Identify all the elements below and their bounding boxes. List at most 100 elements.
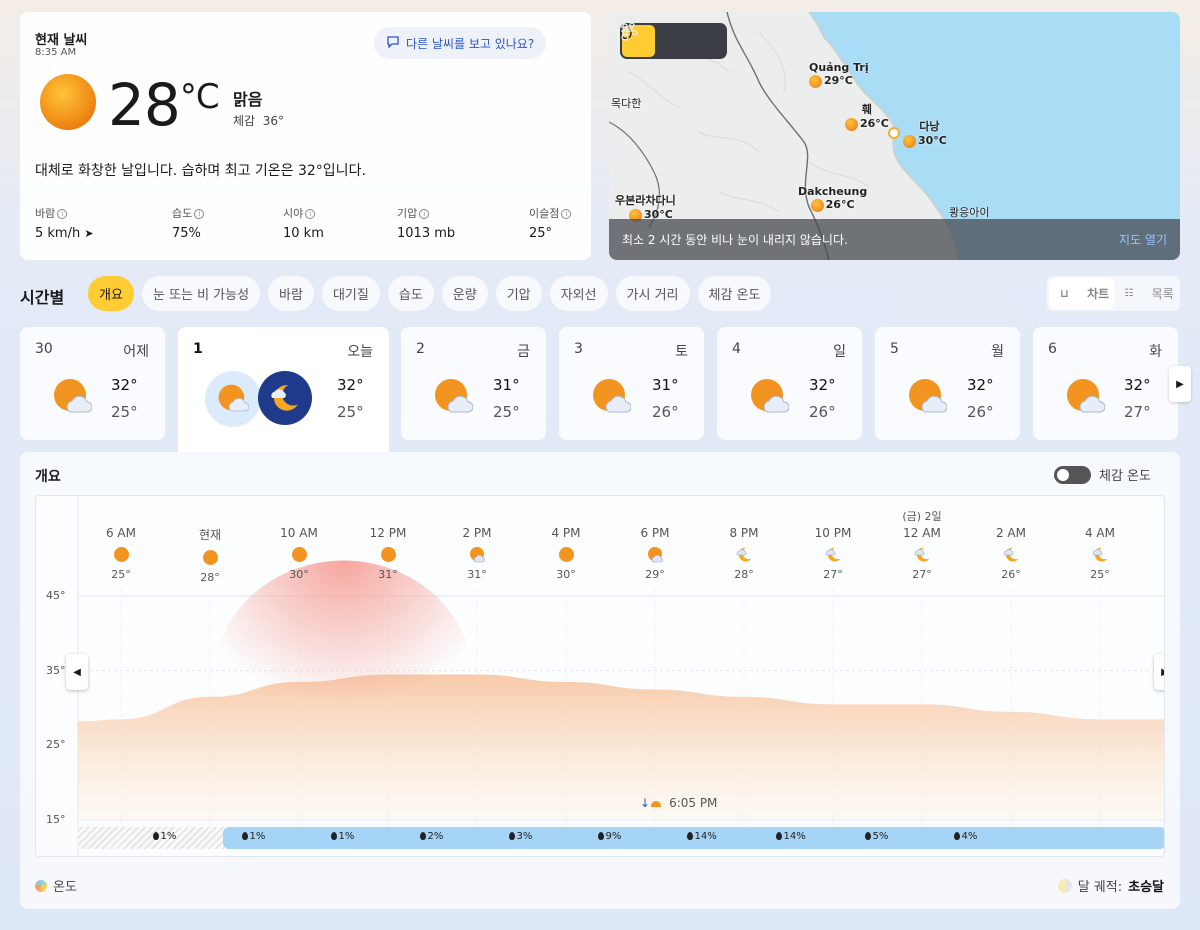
tab-air-quality[interactable]: 대기질 [321, 276, 380, 311]
day-card[interactable]: 30 어제 32° 25° [20, 327, 165, 440]
hour-column[interactable]: 10 AM 30° [264, 526, 334, 581]
stat-humidity[interactable]: 습도 i 75% [172, 205, 205, 241]
raindrop-icon [152, 832, 159, 840]
day-card-today[interactable]: 1 오늘 32° 25° [178, 327, 389, 452]
stat-label: 습도 [172, 207, 193, 220]
other-weather-button[interactable]: 다른 날씨를 보고 있나요? [374, 27, 547, 59]
map-mode-switch[interactable] [620, 23, 727, 59]
day-number: 5 [890, 341, 899, 357]
tab-cloud-cover[interactable]: 운량 [441, 276, 488, 311]
map-city-mukdahan[interactable]: 목다한 [611, 95, 641, 111]
hour-column[interactable]: 12 PM 31° [353, 526, 423, 581]
moon-cloud-icon [736, 546, 753, 563]
precip-item: 14% [775, 831, 806, 842]
precip-item: 3% [508, 831, 532, 842]
day-card[interactable]: 2 금 31° 25° [401, 327, 546, 440]
hour-column[interactable]: 4 PM 30° [531, 526, 601, 581]
raindrop-icon [953, 832, 960, 840]
chart-view-button[interactable]: ⊔ 차트 [1049, 278, 1114, 309]
stat-value: 25° [529, 226, 553, 241]
sun-icon [113, 546, 130, 563]
hour-label: 8 PM [729, 526, 759, 540]
weather-map[interactable]: Quảng Trị 29°C 훼 26°C 다낭 30°C Dakcheung 26°C… [609, 12, 1180, 260]
hour-column[interactable]: 현재 28° [175, 526, 245, 584]
hour-column[interactable]: 2 PM 31° [442, 526, 512, 581]
map-city-quangtri[interactable]: Quảng Trị 29°C [809, 61, 869, 88]
overview-card: 개요 체감 온도 45° 35° 25° 15° 6 AM 25° 현재 28° 10 AM 3… [20, 452, 1180, 909]
hour-column[interactable]: 6 AM 25° [86, 526, 156, 581]
hour-label: 6 AM [105, 526, 136, 540]
day-high: 32° [809, 376, 836, 394]
chat-icon [386, 35, 400, 52]
hour-column[interactable]: 8 PM 28° [709, 526, 779, 581]
tab-precipitation[interactable]: 눈 또는 비 가능성 [141, 276, 261, 311]
stat-visibility[interactable]: 시야 i 10 km [283, 205, 324, 241]
sun-icon [380, 546, 397, 563]
tab-wind[interactable]: 바람 [268, 276, 314, 311]
day-weekday: 오늘 [347, 344, 373, 360]
chart-next-button[interactable]: ▶ [1154, 654, 1164, 690]
stat-wind[interactable]: 바람 i 5 km/h ➤ [35, 205, 94, 241]
map-city-hue[interactable]: 훼 26°C [845, 101, 889, 131]
tab-humidity[interactable]: 습도 [387, 276, 434, 311]
day-card[interactable]: 5 월 32° 26° [875, 327, 1020, 440]
sun-icon [809, 74, 822, 88]
hour-label: 12 PM [369, 526, 407, 540]
day-card[interactable]: 3 토 31° 26° [559, 327, 704, 440]
city-name: Quảng Trị [809, 61, 869, 74]
map-city-quangngai[interactable]: 쾅응아이 [949, 204, 989, 220]
stat-pressure[interactable]: 기압 i 1013 mb [397, 205, 455, 241]
day-low: 26° [809, 403, 836, 421]
city-temp: 26°C [825, 198, 855, 211]
day-high: 32° [337, 376, 364, 394]
current-weather-title: 현재 날씨 [35, 33, 88, 48]
day-low: 25° [337, 403, 364, 421]
precip-value: 9% [605, 831, 622, 842]
wind-icon[interactable] [621, 23, 725, 57]
day-number: 1 [193, 341, 203, 357]
hour-column[interactable]: (금) 2일 12 AM 27° [887, 510, 957, 581]
toggle-switch[interactable] [1054, 465, 1091, 484]
day-high: 32° [1124, 376, 1151, 394]
hour-column[interactable]: 4 AM 25° [1065, 526, 1135, 581]
map-city-danang[interactable]: 다낭 30°C [903, 118, 947, 148]
hour-column[interactable]: 10 PM 27° [798, 526, 868, 581]
day-weekday: 금 [517, 344, 530, 360]
chevron-left-icon: ◀ [73, 666, 81, 678]
thermometer-icon[interactable] [621, 23, 690, 57]
sunset-icon: ↓ [640, 796, 651, 810]
y-tick-label: 35° [46, 663, 66, 677]
open-map-link[interactable]: 지도 열기 [1119, 231, 1167, 248]
day-card[interactable]: 6 화 32° 27° [1033, 327, 1178, 440]
current-temperature: 28°C [108, 71, 220, 139]
tab-feels-like[interactable]: 체감 온도 [697, 276, 772, 311]
day-low: 26° [967, 403, 994, 421]
tab-uv[interactable]: 자외선 [549, 276, 608, 311]
precip-value: 5% [872, 831, 889, 842]
tab-pressure[interactable]: 기압 [495, 276, 542, 311]
hour-column[interactable]: 6 PM 29° [620, 526, 690, 581]
temp-unit: °C [179, 77, 220, 117]
tab-visibility[interactable]: 가시 거리 [615, 276, 690, 311]
temp-value: 28 [108, 71, 181, 139]
day-number: 30 [35, 341, 53, 357]
chart-prev-button[interactable]: ◀ [66, 654, 88, 690]
hour-label: 10 PM [814, 526, 852, 540]
map-city-ubon[interactable]: 우본라차다니 30°C [615, 192, 676, 222]
moon-phase: 달 궤적: 초승달 [1057, 876, 1164, 895]
day-weekday: 토 [675, 344, 688, 360]
hour-label: 4 PM [551, 526, 581, 540]
next-days-button[interactable]: ▶ [1169, 366, 1191, 402]
hour-label: 12 AM [903, 526, 941, 540]
stat-dewpoint[interactable]: 이슬점 i 25° [529, 205, 572, 241]
precip-item: 5% [864, 831, 889, 842]
list-icon: ☷ [1124, 288, 1134, 299]
list-view-button[interactable]: ☷ 목록 [1114, 278, 1179, 309]
tab-overview[interactable]: 개요 [88, 276, 134, 311]
feels-like-toggle[interactable]: 체감 온도 [1054, 465, 1151, 484]
map-city-dakcheung[interactable]: Dakcheung 26°C [798, 185, 867, 212]
day-card[interactable]: 4 일 32° 26° [717, 327, 862, 440]
chart-legend: 온도 [35, 876, 77, 895]
hour-column[interactable]: 2 AM 26° [976, 526, 1046, 581]
precip-value: 1% [338, 831, 355, 842]
